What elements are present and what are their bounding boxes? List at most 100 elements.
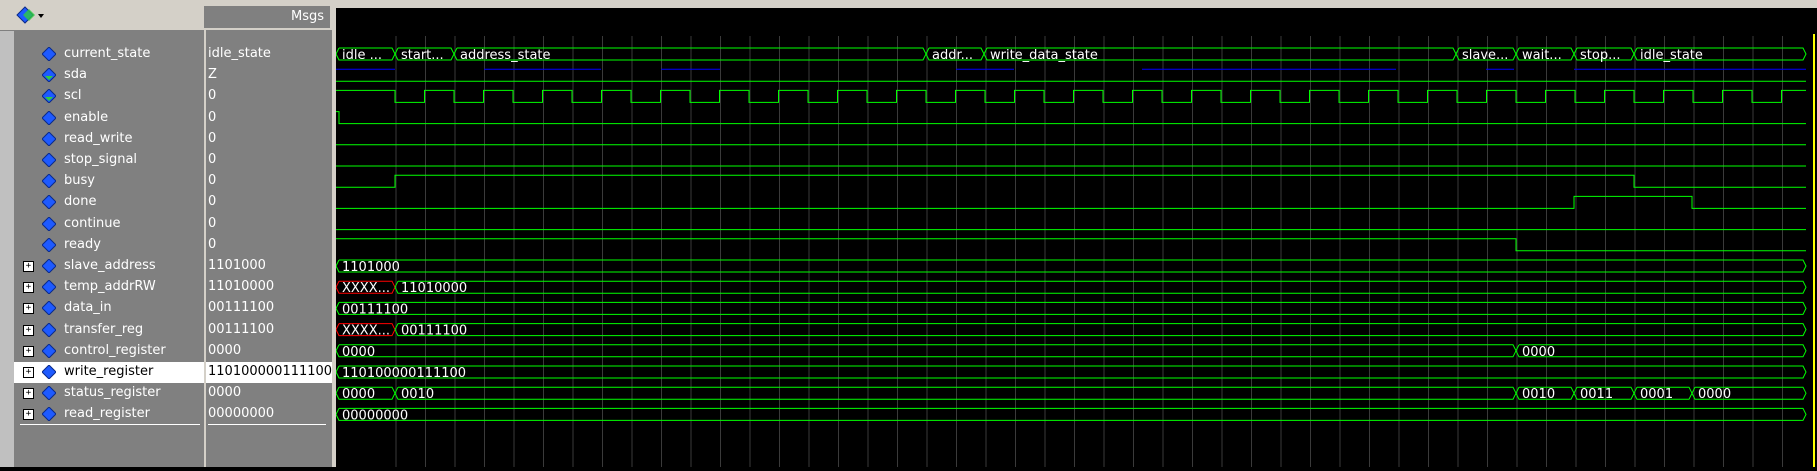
signal-value-row: 110100000111100	[206, 362, 332, 383]
signal-name: transfer_reg	[64, 321, 144, 337]
expand-icon[interactable]: +	[23, 367, 34, 378]
bit-waveform	[336, 195, 1806, 209]
bus-label: XXXX...	[342, 324, 390, 339]
expand-icon[interactable]: +	[23, 261, 34, 272]
signal-diamond-icon	[42, 68, 56, 83]
expand-icon[interactable]: +	[23, 282, 34, 294]
signal-diamond-icon	[42, 259, 56, 273]
signal-row-control-register[interactable]: + control_register	[14, 341, 204, 362]
signal-name: write_register	[64, 364, 154, 379]
expand-icon[interactable]: +	[23, 303, 34, 315]
signal-value-row: 00111100	[206, 320, 332, 341]
bit-waveform	[336, 174, 1806, 188]
signal-value-row: 11010000	[206, 277, 332, 298]
bus-segment	[394, 280, 1807, 294]
time-header	[336, 8, 1817, 26]
bus-segment	[335, 407, 1807, 421]
signal-row-continue[interactable]: continue	[14, 214, 204, 235]
signal-name: stop_signal	[64, 152, 138, 167]
signal-diamond-icon	[42, 131, 56, 146]
signal-row-slave-address[interactable]: + slave_address	[14, 256, 204, 277]
signal-name: done	[64, 194, 97, 210]
signal-value-row: 0	[206, 86, 332, 107]
signal-row-done[interactable]: done	[14, 192, 204, 213]
signal-name: status_register	[64, 385, 161, 401]
bus-label: wait...	[1522, 48, 1562, 63]
signal-value-row: 1101000	[206, 256, 332, 277]
signal-value-row: 0	[206, 192, 332, 213]
signal-row-read-write[interactable]: read_write	[14, 129, 204, 150]
bus-segment	[335, 344, 1517, 358]
signal-values-pane: idle_state Z 0 0 0 0 0 0 0 0 1101000 11010000 001111…	[206, 30, 332, 467]
bus-label: 11010000	[401, 281, 467, 296]
signal-diamond-icon	[42, 386, 56, 401]
bus-segment	[335, 365, 1807, 379]
bus-label: addr...	[932, 48, 973, 63]
signal-row-data-in[interactable]: + data_in	[14, 298, 204, 319]
expand-icon[interactable]: +	[23, 324, 34, 336]
signal-name: data_in	[64, 300, 112, 316]
signal-value-row: 00000000	[206, 404, 332, 425]
signal-name: continue	[64, 215, 121, 231]
waveform-canvas[interactable]: idle ... start... address_state addr... writ…	[335, 8, 1817, 467]
bus-label: address_state	[460, 48, 551, 63]
expand-icon[interactable]: +	[23, 388, 34, 400]
signal-row-temp-addrRW[interactable]: + temp_addrRW	[14, 277, 204, 298]
bus-label: 1101000	[342, 260, 400, 275]
expand-icon[interactable]: +	[23, 345, 34, 357]
signal-value: 00111100	[208, 321, 275, 337]
signal-name: slave_address	[64, 258, 156, 273]
bit-waveform	[336, 238, 1806, 252]
signal-diamond-icon	[42, 47, 56, 61]
signal-row-scl[interactable]: scl	[14, 86, 204, 107]
bus-label: stop...	[1580, 48, 1620, 63]
signal-value: 00111100	[208, 300, 275, 316]
signal-row-read-register[interactable]: + read_register	[14, 404, 204, 425]
signal-name: temp_addrRW	[64, 279, 156, 295]
signal-value-row: 00111100	[206, 298, 332, 319]
signal-row-current-state[interactable]: current_state	[14, 44, 204, 65]
bus-segment	[335, 301, 1807, 315]
bus-segment	[335, 259, 1807, 273]
signal-value-row: 0	[206, 108, 332, 129]
signal-value: 110100000111100	[208, 364, 333, 379]
waveform-window: Msgs current_state sda scl enable read_write…	[0, 0, 1817, 467]
bus-label: start...	[401, 48, 444, 63]
signal-value: 0000	[208, 342, 242, 358]
bus-label: 0010	[1522, 387, 1555, 402]
signal-diamond-icon	[42, 280, 56, 295]
signal-name: scl	[64, 88, 82, 104]
signal-diamond-icon	[42, 174, 56, 189]
bus-label: write_data_state	[990, 48, 1098, 63]
signal-row-status-register[interactable]: + status_register	[14, 383, 204, 404]
signal-row-busy[interactable]: busy	[14, 171, 204, 192]
bus-label: 0000	[342, 345, 375, 360]
bus-label: idle ...	[342, 48, 382, 63]
signal-diamond-icon	[42, 301, 56, 316]
signal-value-row: 0000	[206, 341, 332, 362]
bus-label: 0000	[1522, 345, 1555, 360]
wave-options-icon[interactable]	[16, 6, 46, 24]
bus-label: 0000	[1698, 387, 1731, 402]
signal-name: read_register	[64, 406, 150, 422]
signal-value-row: 0000	[206, 383, 332, 404]
signal-value: 0	[208, 194, 217, 210]
signal-row-sda[interactable]: sda	[14, 65, 204, 86]
signal-value: 11010000	[208, 279, 275, 295]
signal-name: current_state	[64, 46, 151, 61]
signal-diamond-icon	[42, 365, 56, 379]
expand-icon[interactable]: +	[23, 409, 34, 421]
waveform-pane[interactable]: idle ... start... address_state addr... writ…	[335, 8, 1817, 467]
signal-row-stop-signal[interactable]: stop_signal	[14, 150, 204, 171]
bus-segment	[394, 386, 1517, 400]
signal-row-enable[interactable]: enable	[14, 108, 204, 129]
signal-value: 0	[208, 130, 217, 146]
signal-row-transfer-reg[interactable]: + transfer_reg	[14, 320, 204, 341]
bus-label: 0001	[1640, 387, 1673, 402]
bit-waveform	[336, 89, 1806, 103]
signal-row-write-register[interactable]: + write_register	[14, 362, 204, 383]
signal-value: 0	[208, 152, 217, 167]
bus-label: 00111100	[401, 324, 467, 339]
signal-row-ready[interactable]: ready	[14, 235, 204, 256]
bus-segment	[394, 323, 1807, 337]
